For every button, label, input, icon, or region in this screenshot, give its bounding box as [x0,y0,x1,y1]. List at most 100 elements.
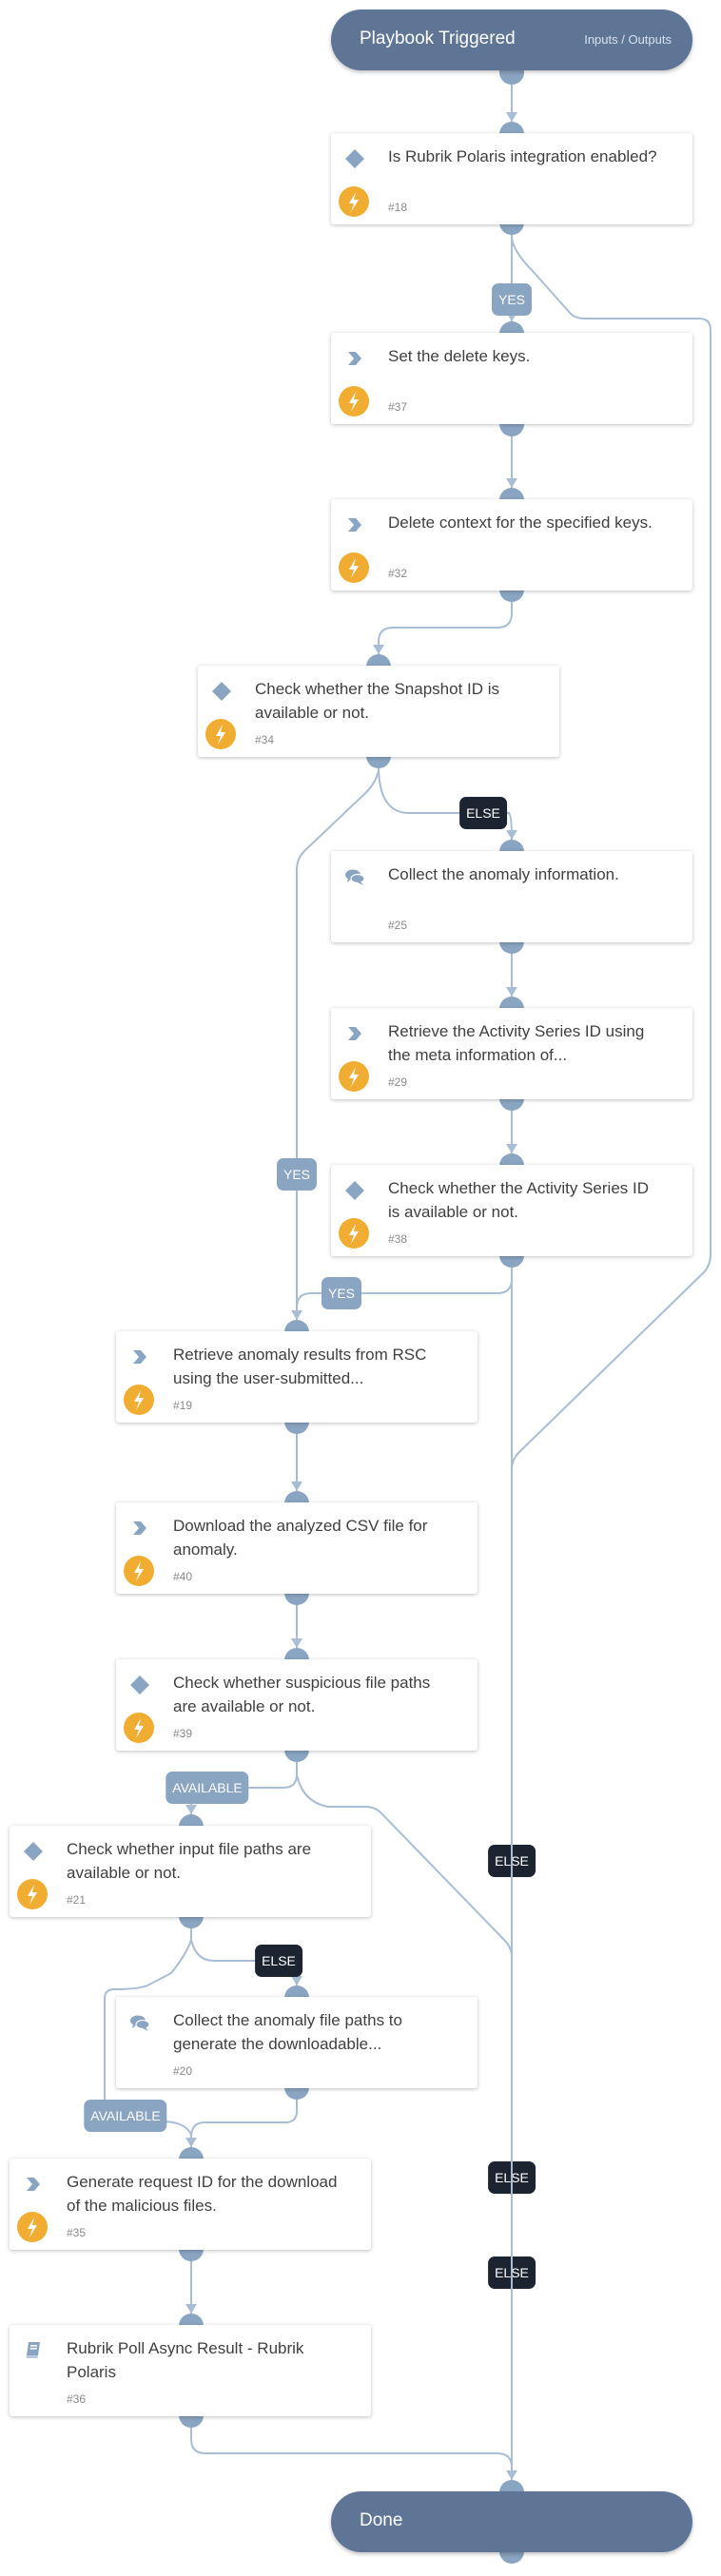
lightning-icon [124,1385,154,1415]
book-icon [26,2342,40,2358]
task-number: #34 [255,733,275,746]
edge-label-yes[interactable]: YES [321,1277,362,1309]
lightning-icon [339,1061,369,1092]
chevron-right-icon [133,1350,146,1364]
edge-label-else[interactable]: ELSE [488,2256,536,2289]
edge-label-else[interactable]: ELSE [255,1945,302,1977]
task-20[interactable]: Collect the anomaly file paths to genera… [116,1997,477,2088]
arrow-34 [373,645,384,654]
task-number: #36 [67,2392,87,2406]
chevron-right-icon [27,2178,40,2191]
task-number: #25 [388,919,408,932]
arrow-35 [185,2138,197,2147]
task-title: Retrieve the Activity Series ID using th… [388,1022,645,1064]
lightning-icon [17,1879,48,1909]
chat-bubbles-icon [345,869,365,885]
arrow-39 [291,1638,302,1648]
task-39[interactable]: Check whether suspicious file paths are … [116,1659,477,1751]
task-number: #29 [388,1075,408,1089]
task-number: #40 [173,1570,193,1583]
task-34[interactable]: Check whether the Snapshot ID is availab… [198,666,559,757]
lightning-icon [124,1556,154,1586]
task-19[interactable]: Retrieve anomaly results from RSC using … [116,1331,477,1423]
chevron-right-icon [348,518,361,532]
lightning-icon [339,186,369,217]
end-node[interactable]: Done [331,2491,692,2552]
lightning-icon [339,1218,369,1249]
chevron-right-icon [133,1521,146,1535]
chevron-right-icon [348,352,361,365]
task-number: #21 [67,1893,87,1907]
edge-20-35 [190,2093,298,2139]
edge-label-else[interactable]: ELSE [459,797,507,829]
chevron-right-icon [348,1027,361,1040]
edge-label-available[interactable]: AVAILABLE [166,1772,249,1804]
task-37[interactable]: Set the delete keys. #37 [331,333,692,424]
task-title: Generate request ID for the download of … [67,2173,338,2215]
edge-32-34 [378,595,513,654]
arrow-40 [291,1482,302,1491]
arrow-32 [506,478,517,488]
arrow-38 [506,1144,517,1153]
start-node[interactable]: Playbook Triggered Inputs / Outputs [331,10,692,70]
task-number: #32 [388,567,408,580]
condition-diamond-icon [130,1675,149,1695]
task-25[interactable]: Collect the anomaly information. #25 [331,851,692,942]
task-number: #38 [388,1232,408,1246]
task-18[interactable]: Is Rubrik Polaris integration enabled? #… [331,133,692,224]
task-36[interactable]: Rubrik Poll Async Result - Rubrik Polari… [10,2325,371,2416]
task-40[interactable]: Download the analyzed CSV file for anoma… [116,1502,477,1594]
lightning-icon [17,2212,48,2242]
task-title: Collect the anomaly file paths to genera… [173,2011,402,2053]
arrow-19 [291,1310,302,1320]
chat-bubbles-icon [130,2015,150,2031]
lightning-icon [124,1713,154,1743]
task-title: Is Rubrik Polaris integration enabled? [388,147,657,165]
arrow-18 [506,112,517,122]
end-title: Done [360,2510,403,2530]
task-35[interactable]: Generate request ID for the download of … [10,2159,371,2250]
task-title: Collect the anomaly information. [388,865,619,883]
task-29[interactable]: Retrieve the Activity Series ID using th… [331,1008,692,1099]
edge-label-else[interactable]: ELSE [488,1845,536,1877]
task-title: Set the delete keys. [388,347,531,365]
task-title: Retrieve anomaly results from RSC using … [173,1346,427,1387]
lightning-icon [339,386,369,416]
edge-label-available[interactable]: AVAILABLE [84,2100,167,2132]
task-title: Check whether input file paths are avail… [67,1840,312,1882]
condition-diamond-icon [212,682,231,701]
edge-36-done [190,2421,513,2480]
edge-label-else[interactable]: ELSE [488,2161,536,2194]
condition-diamond-icon [24,1842,43,1861]
condition-diamond-icon [345,149,364,168]
condition-diamond-icon [345,1181,364,1200]
task-number: #37 [388,400,408,414]
task-number: #39 [173,1727,193,1740]
task-title: Download the analyzed CSV file for anoma… [173,1517,428,1559]
arrow-21 [185,1805,197,1814]
arrow-20 [291,1976,302,1985]
inputs-outputs-link[interactable]: Inputs / Outputs [584,32,672,47]
task-number: #19 [173,1399,193,1412]
lightning-icon [205,719,236,749]
task-number: #18 [388,201,408,214]
task-number: #35 [67,2226,87,2239]
playbook-canvas[interactable]: Playbook Triggered Inputs / Outputs Is R… [0,0,721,2576]
task-title: Check whether the Activity Series ID is … [388,1179,650,1221]
task-38[interactable]: Check whether the Activity Series ID is … [331,1165,692,1256]
arrow-36 [185,2304,197,2314]
task-title: Check whether suspicious file paths are … [173,1674,431,1715]
task-title: Rubrik Poll Async Result - Rubrik Polari… [67,2339,304,2381]
task-32[interactable]: Delete context for the specified keys. #… [331,499,692,591]
arrow-29 [506,987,517,997]
lightning-icon [339,552,369,583]
task-title: Check whether the Snapshot ID is availab… [255,680,500,722]
task-21[interactable]: Check whether input file paths are avail… [10,1826,371,1917]
start-title: Playbook Triggered [360,29,516,48]
task-title: Delete context for the specified keys. [388,513,653,532]
arrow-done [506,2470,517,2480]
arrow-25 [506,830,517,840]
edge-label-yes[interactable]: YES [491,283,533,316]
task-number: #20 [173,2064,193,2078]
edge-label-yes[interactable]: YES [276,1158,318,1191]
